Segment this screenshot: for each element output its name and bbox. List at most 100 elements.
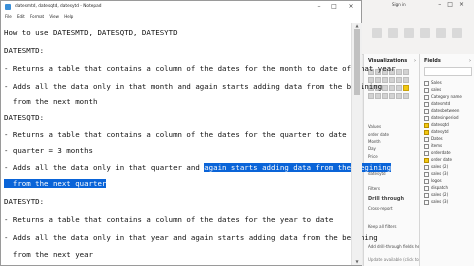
drill-through-heading: Drill through (368, 196, 405, 202)
checkbox-icon[interactable] (424, 136, 429, 142)
checkbox-icon[interactable] (424, 171, 429, 177)
more-visuals-icon[interactable] (403, 93, 409, 99)
field-table-item[interactable]: Sales (424, 80, 442, 86)
notepad-window-title: datesmtd, datesqtd, datesytd - Notepad (15, 4, 102, 9)
field-item[interactable]: datesmtd (424, 101, 450, 107)
r-visual-icon[interactable] (375, 93, 381, 99)
field-item[interactable]: sales (424, 87, 441, 93)
menu-file[interactable]: File (5, 13, 12, 21)
vertical-scrollbar[interactable]: ▲ ▼ (351, 23, 362, 265)
field-table-item[interactable]: logos (424, 178, 442, 184)
checkbox-icon[interactable] (424, 115, 429, 121)
donut-icon[interactable] (396, 77, 402, 83)
text-line: from the next year (4, 250, 93, 259)
field-item[interactable]: items (424, 143, 442, 149)
menu-view[interactable]: View (49, 13, 59, 21)
notepad-titlebar[interactable]: datesmtd, datesqtd, datesytd - Notepad –… (1, 1, 361, 13)
field-item[interactable]: datesytd (424, 129, 449, 135)
filters-label: Filters (368, 186, 380, 191)
text-line: - Returns a table that contains a column… (4, 64, 396, 73)
checkbox-icon[interactable] (424, 108, 429, 114)
ribbon-button[interactable] (372, 28, 382, 38)
field-item[interactable]: orderdate (424, 150, 451, 156)
field-item[interactable]: Dates (424, 136, 443, 142)
text-line: DATESYTD: (4, 197, 45, 206)
pie-icon[interactable] (389, 77, 395, 83)
checkbox-icon[interactable] (424, 150, 429, 156)
field-well-item[interactable]: Price (368, 154, 378, 159)
checkbox-icon[interactable] (424, 94, 429, 100)
drill-through-dropzone[interactable]: Add drill-through fields here (368, 244, 424, 249)
close-button[interactable]: × (345, 1, 357, 13)
chevron-right-icon[interactable]: › (469, 58, 471, 64)
checkbox-icon[interactable] (424, 87, 429, 93)
minimize-button[interactable]: – (313, 1, 325, 13)
text-line: - Adds all the data only in that month a… (4, 82, 383, 91)
kpi-icon[interactable] (389, 85, 395, 91)
checkbox-icon[interactable] (424, 101, 429, 107)
text-line: - quarter = 3 months (4, 146, 93, 155)
checkbox-icon[interactable] (424, 192, 429, 198)
text-line: from the next month (4, 97, 98, 106)
key-influencers-icon[interactable] (389, 93, 395, 99)
line-chart-icon[interactable] (396, 69, 402, 75)
field-well-item[interactable]: Day (368, 146, 376, 151)
cross-report-label: Cross-report (368, 206, 393, 211)
update-available-text[interactable]: Update available (click to... (368, 257, 423, 262)
table-icon[interactable] (403, 85, 409, 91)
field-item[interactable]: datesbetween (424, 108, 459, 114)
field-table-item[interactable]: sales (3) (424, 199, 448, 205)
checkbox-icon[interactable] (424, 80, 429, 86)
values-label: Values (368, 124, 382, 129)
python-visual-icon[interactable] (382, 93, 388, 99)
notepad-app-icon (5, 4, 11, 10)
menu-help[interactable]: Help (64, 13, 73, 21)
area-chart-icon[interactable] (403, 69, 409, 75)
sign-in-link[interactable]: Sign in (392, 0, 406, 10)
qa-icon[interactable] (396, 93, 402, 99)
checkbox-checked-icon[interactable] (424, 122, 429, 128)
checkbox-icon[interactable] (424, 164, 429, 170)
chevron-right-icon[interactable]: › (414, 58, 416, 64)
ribbon-button[interactable] (436, 28, 446, 38)
field-well-item[interactable]: order date (368, 132, 389, 137)
selected-text[interactable]: from the next quarter (4, 179, 107, 188)
maximize-button[interactable]: □ (328, 1, 340, 13)
field-item[interactable]: datesqtd (424, 122, 449, 128)
text-line: - Adds all the data only in that year an… (4, 233, 378, 242)
menu-edit[interactable]: Edit (17, 13, 25, 21)
scroll-down-arrow-icon[interactable]: ▼ (352, 259, 362, 265)
selected-text[interactable]: again starts adding data from the begini… (204, 163, 392, 172)
scatter-icon[interactable] (382, 77, 388, 83)
field-item[interactable]: order date (424, 157, 452, 163)
matrix-icon[interactable] (368, 93, 374, 99)
field-table-item[interactable]: dispatch (424, 185, 448, 191)
ribbon-button[interactable] (452, 28, 462, 38)
text-line: from the next quarter (4, 179, 107, 188)
ribbon-button[interactable] (420, 28, 430, 38)
field-table-item[interactable]: sales (2) (424, 192, 448, 198)
menu-format[interactable]: Format (30, 13, 44, 21)
treemap-icon[interactable] (403, 77, 409, 83)
checkbox-checked-icon[interactable] (424, 129, 429, 135)
notepad-text-area[interactable]: How to use DATESMTD, DATESQTD, DATESYTD … (4, 23, 396, 263)
field-item[interactable]: sales (3) (424, 171, 448, 177)
ribbon-button[interactable] (404, 28, 414, 38)
checkbox-icon[interactable] (424, 199, 429, 205)
card-icon[interactable] (382, 85, 388, 91)
ribbon-button[interactable] (388, 28, 398, 38)
field-well-item[interactable]: Month (368, 139, 381, 144)
fields-search-input[interactable] (424, 67, 472, 76)
field-item[interactable]: datesinperiod (424, 115, 459, 121)
checkbox-icon[interactable] (424, 178, 429, 184)
scrollbar-thumb[interactable] (354, 29, 360, 95)
powerbi-window-controls[interactable]: –□× (438, 0, 470, 10)
text-segment: - Adds all the data only in that quarter… (4, 163, 205, 172)
checkbox-icon[interactable] (424, 143, 429, 149)
field-item[interactable]: sales (2) (424, 164, 448, 170)
checkbox-icon[interactable] (424, 185, 429, 191)
checkbox-checked-icon[interactable] (424, 157, 429, 163)
text-line: - Returns a table that contains a column… (4, 215, 334, 224)
field-item[interactable]: Category name (424, 94, 462, 100)
slicer-icon[interactable] (396, 85, 402, 91)
